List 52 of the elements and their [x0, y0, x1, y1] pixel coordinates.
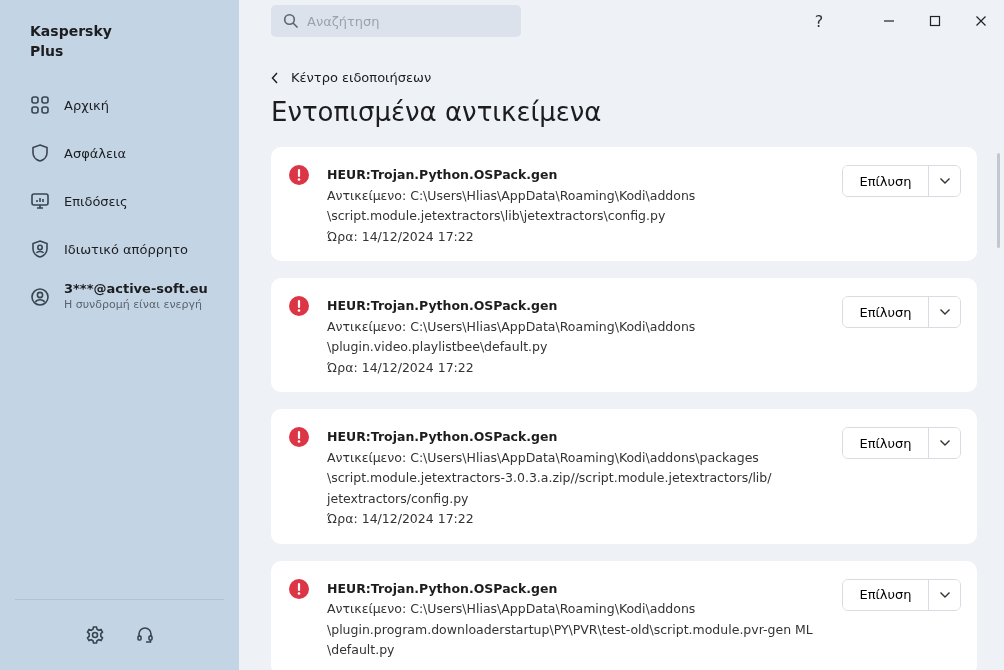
monitor-icon [30, 191, 50, 211]
caret-icon [938, 308, 951, 316]
object-path: Αντικείμενο: C:\Users\Hlias\AppData\Roaming\Kodi\addons [327, 600, 697, 618]
maximize-icon[interactable] [929, 15, 941, 27]
threat-name: HEUR:Trojan.Python.OSPack.gen [327, 166, 559, 184]
caret-icon [938, 177, 951, 185]
help-button[interactable]: ? [796, 11, 842, 31]
page-title: Εντοπισμένα αντικείμενα [271, 97, 603, 127]
threat-name: HEUR:Trojan.Python.OSPack.gen [327, 297, 559, 315]
object-path: Αντικείμενο: C:\Users\Hlias\AppData\Roaming\Kodi\addons [327, 317, 697, 336]
alert-icon [289, 427, 309, 447]
detection-time: Ώρα: 14/12/2024 17:22 [327, 510, 475, 528]
resolve-button[interactable]: Επίλυση [843, 579, 929, 610]
alert-icon [289, 296, 309, 316]
close-icon[interactable] [975, 15, 987, 27]
alert-icon [289, 578, 309, 599]
settings-icon[interactable] [84, 625, 105, 645]
shield-user-icon [30, 239, 50, 259]
chevron-left-icon [271, 71, 279, 84]
grid-icon [30, 95, 50, 115]
object-path: Αντικείμενο: C:\Users\Hlias\AppData\Roaming\Kodi\addons [327, 186, 697, 205]
nav-item[interactable]: Ασφάλεια [30, 129, 239, 177]
nav-item[interactable]: Αρχική [30, 81, 239, 129]
object-path: \plugin.video.playlistbee\default.py [327, 338, 549, 356]
user-icon [30, 287, 50, 307]
resolve-button[interactable]: Επίλυση [843, 428, 929, 458]
search-field[interactable]: Αναζήτηση [271, 5, 521, 37]
object-path: \default.py [327, 641, 396, 659]
resolve-button[interactable]: Επίλυση [843, 166, 929, 196]
back-link[interactable]: Κέντρο ειδοποιήσεων [271, 70, 432, 85]
app-name: Kaspersky Plus [30, 22, 113, 61]
scrollbar[interactable] [997, 153, 1000, 248]
caret-icon [938, 439, 951, 447]
object-path: jetextractors/config.py [327, 489, 470, 508]
headset-icon[interactable] [134, 625, 155, 645]
nav-item[interactable]: Επιδόσεις [30, 177, 239, 225]
detection-time: Ώρα: 14/12/2024 17:22 [327, 358, 475, 377]
subscription-status: Η συνδρομή είναι ενεργή [64, 298, 203, 311]
caret-icon [938, 590, 951, 599]
object-path: \script.module.jetextractors\lib\jetextractors\config.py [327, 207, 667, 225]
object-path: Αντικείμενο: C:\Users\Hlias\AppData\Roaming\Kodi\addons\packages [327, 448, 760, 467]
search-icon [283, 13, 299, 29]
detection-time: Ώρα: 14/12/2024 17:22 [327, 227, 475, 246]
resolve-button[interactable]: Επίλυση [843, 297, 929, 327]
threat-name: HEUR:Trojan.Python.OSPack.gen [327, 428, 559, 446]
nav-item[interactable]: Ιδιωτικό απόρρητο [30, 225, 239, 273]
shield-icon [30, 143, 50, 163]
alert-icon [289, 165, 309, 185]
account-email[interactable]: 3***@active-soft.eu [64, 281, 208, 296]
threat-name: HEUR:Trojan.Python.OSPack.gen [327, 579, 559, 598]
object-path: \script.module.jetextractors-3.0.3.a.zip//script.module.jetextractors/lib/ [327, 469, 773, 487]
object-path: \plugin.program.downloaderstartup\PY\PVR\test-old\script.module.pvr-gen ML [327, 620, 814, 639]
